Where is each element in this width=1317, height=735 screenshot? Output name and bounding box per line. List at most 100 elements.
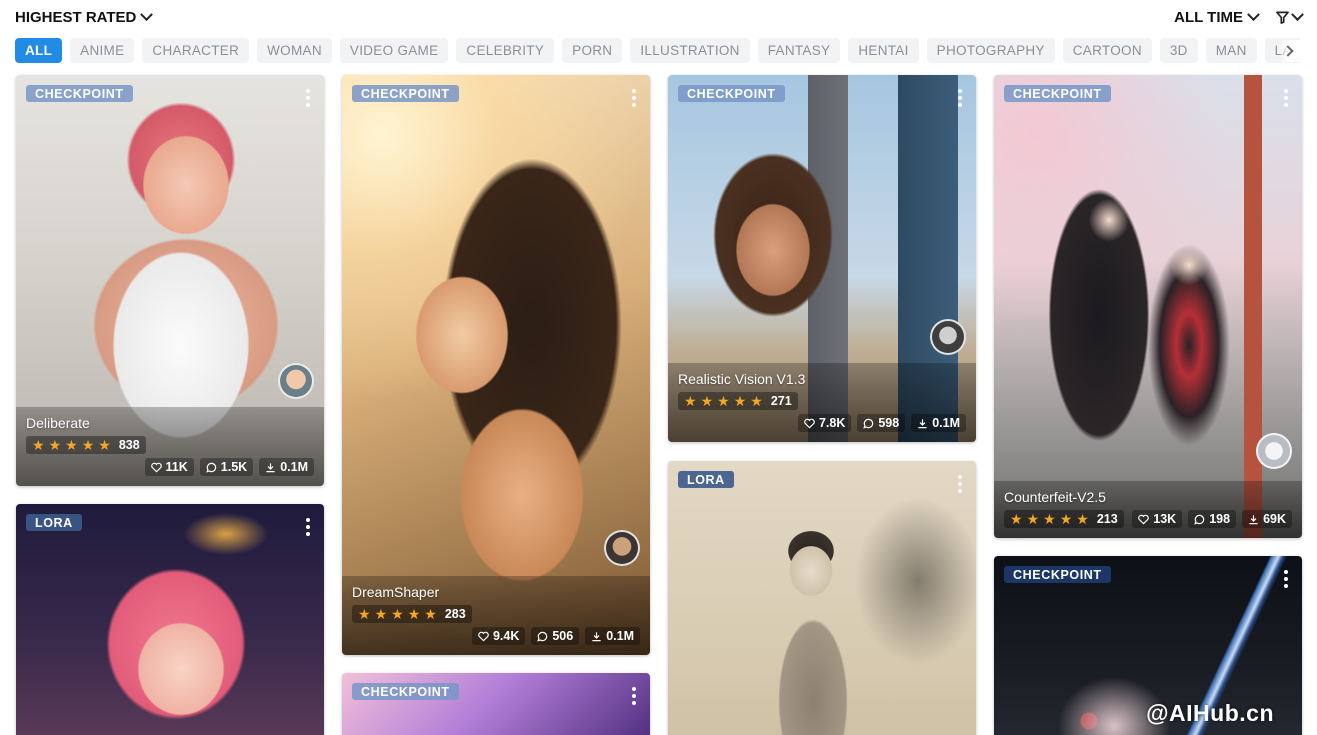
chip-woman[interactable]: WOMAN — [257, 38, 332, 63]
kebab-icon[interactable] — [306, 518, 310, 536]
sort-dropdown[interactable]: HIGHEST RATED — [15, 7, 154, 26]
comment-icon — [863, 418, 874, 429]
period-dropdown[interactable]: ALL TIME — [1174, 7, 1260, 26]
model-card-checkpoint-6[interactable]: CHECKPOINT @AIHub.cn — [994, 556, 1302, 735]
chip-illustration[interactable]: ILLUSTRATION — [630, 38, 750, 63]
card-stats: 7.8K 598 0.1M — [678, 414, 966, 432]
model-card-counterfeit[interactable]: CHECKPOINT Counterfeit-V2.5 ★ ★ ★ ★ ★ 213 13… — [994, 75, 1302, 538]
chip-3d[interactable]: 3D — [1159, 38, 1198, 63]
category-chips: ALL ANIME CHARACTER WOMAN VIDEO GAME CEL… — [15, 38, 1300, 64]
card-meta: Realistic Vision V1.3 ★ ★ ★ ★ ★ 271 7.8K 598… — [668, 363, 976, 442]
chip-video-game[interactable]: VIDEO GAME — [339, 38, 449, 63]
download-icon — [918, 418, 927, 428]
card-type-badge: CHECKPOINT — [1004, 85, 1111, 102]
kebab-icon[interactable] — [632, 687, 636, 705]
creator-avatar[interactable] — [604, 530, 640, 566]
rating-badge: ★ ★ ★ ★ ★ 213 — [1004, 510, 1124, 528]
card-image — [16, 504, 324, 735]
comment-icon — [1194, 514, 1205, 525]
card-title: Deliberate — [26, 415, 90, 431]
chip-all[interactable]: ALL — [15, 38, 63, 63]
comments-count: 198 — [1209, 512, 1231, 526]
heart-icon — [1138, 514, 1150, 524]
star-icon: ★ — [32, 437, 45, 453]
likes-count: 7.8K — [818, 416, 846, 430]
comments-stat: 198 — [1188, 510, 1237, 528]
kebab-icon[interactable] — [1284, 570, 1288, 588]
card-type-badge: LORA — [678, 471, 734, 488]
kebab-icon[interactable] — [958, 89, 962, 107]
rating-count: 213 — [1096, 512, 1118, 526]
chip-porn[interactable]: PORN — [562, 38, 623, 63]
chip-character[interactable]: CHARACTER — [142, 38, 250, 63]
chip-anime[interactable]: ANIME — [70, 38, 135, 63]
star-icon: ★ — [1059, 511, 1073, 527]
model-card-lora-1[interactable]: LORA — [16, 504, 324, 735]
kebab-icon[interactable] — [958, 475, 962, 493]
downloads-count: 0.1M — [280, 460, 308, 474]
chip-celebrity[interactable]: CELEBRITY — [456, 38, 555, 63]
chip-cartoon[interactable]: CARTOON — [1062, 38, 1152, 63]
card-title: DreamShaper — [352, 584, 440, 600]
kebab-icon[interactable] — [632, 89, 636, 107]
comments-stat: 598 — [857, 414, 906, 432]
downloads-stat: 69K — [1242, 510, 1292, 528]
card-stats-row: ★ ★ ★ ★ ★ 213 13K 198 69K — [1004, 510, 1292, 528]
card-title: Counterfeit-V2.5 — [1004, 489, 1106, 505]
star-icon: ★ — [98, 437, 111, 453]
comments-count: 598 — [878, 416, 900, 430]
download-icon — [592, 631, 601, 641]
model-card-checkpoint-5[interactable]: CHECKPOINT — [342, 673, 650, 735]
card-meta: Deliberate ★ ★ ★ ★ ★ 838 11K 1.5K 0.1M — [16, 407, 324, 486]
rating-badge: ★ ★ ★ ★ ★ 838 — [26, 436, 146, 454]
heart-icon — [478, 631, 489, 641]
kebab-icon[interactable] — [306, 89, 310, 107]
star-icon: ★ — [700, 393, 714, 409]
downloads-count: 69K — [1263, 512, 1286, 526]
creator-avatar[interactable] — [930, 319, 966, 355]
heart-icon — [150, 462, 162, 472]
download-icon — [266, 462, 275, 472]
comments-stat: 506 — [531, 627, 580, 645]
creator-avatar[interactable] — [1256, 433, 1292, 469]
downloads-stat: 0.1M — [911, 414, 966, 432]
chip-hentai[interactable]: HENTAI — [848, 38, 919, 63]
kebab-icon[interactable] — [1284, 89, 1288, 107]
card-image — [994, 75, 1302, 538]
likes-stat: 7.8K — [797, 414, 852, 432]
model-card-dreamshaper[interactable]: CHECKPOINT DreamShaper ★ ★ ★ ★ ★ 283 9.4K 50… — [342, 75, 650, 655]
likes-count: 13K — [1153, 512, 1177, 526]
card-type-badge: CHECKPOINT — [352, 85, 459, 102]
rating-count: 838 — [118, 438, 140, 452]
chip-photography[interactable]: PHOTOGRAPHY — [926, 38, 1055, 63]
filter-button[interactable] — [1276, 7, 1304, 24]
card-title: Realistic Vision V1.3 — [678, 371, 806, 387]
model-card-realistic-vision[interactable]: CHECKPOINT Realistic Vision V1.3 ★ ★ ★ ★ ★ 2… — [668, 75, 976, 442]
star-icon: ★ — [717, 393, 730, 409]
chips-scroll-right-button[interactable] — [1279, 40, 1301, 62]
sort-label: HIGHEST RATED — [15, 8, 137, 26]
rating-badge: ★ ★ ★ ★ ★ 271 — [678, 392, 798, 410]
star-icon: ★ — [65, 437, 78, 453]
likes-count: 11K — [165, 460, 188, 474]
star-icon: ★ — [407, 606, 421, 622]
star-icon: ★ — [81, 437, 95, 453]
card-image — [342, 75, 650, 655]
download-icon — [1249, 514, 1258, 524]
comment-icon — [206, 462, 217, 473]
downloads-count: 0.1M — [606, 629, 634, 643]
chip-man[interactable]: MAN — [1205, 38, 1257, 63]
card-image — [668, 461, 976, 735]
period-label: ALL TIME — [1174, 8, 1243, 26]
chip-fantasy[interactable]: FANTASY — [757, 38, 841, 63]
controls-right: ALL TIME — [1174, 7, 1304, 26]
card-type-badge: CHECKPOINT — [26, 85, 133, 102]
card-meta: Counterfeit-V2.5 ★ ★ ★ ★ ★ 213 13K 198 69K — [994, 481, 1302, 538]
model-card-lora-2[interactable]: LORA — [668, 461, 976, 735]
model-card-deliberate[interactable]: CHECKPOINT Deliberate ★ ★ ★ ★ ★ 838 11K 1.5K… — [16, 75, 324, 486]
creator-avatar[interactable] — [278, 363, 314, 399]
card-type-badge: CHECKPOINT — [352, 683, 459, 700]
chevron-down-icon — [1291, 7, 1304, 21]
card-type-badge: CHECKPOINT — [1004, 566, 1111, 583]
card-type-badge: CHECKPOINT — [678, 85, 785, 102]
